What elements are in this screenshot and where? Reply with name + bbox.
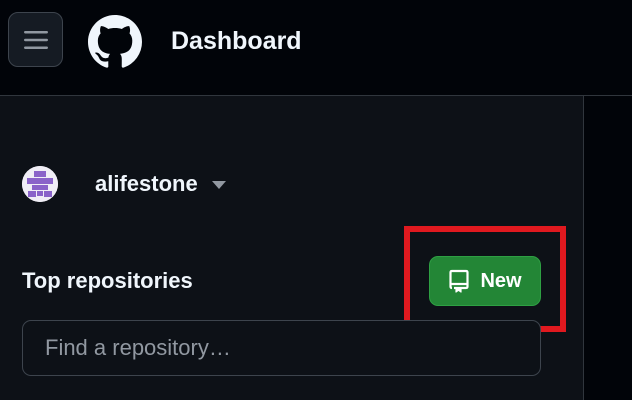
identicon-avatar xyxy=(22,166,58,202)
username-label: alifestone xyxy=(95,171,198,196)
hamburger-menu-icon xyxy=(23,30,48,49)
dashboard-sidebar: alifestone Top repositories New xyxy=(0,96,584,400)
find-repository-input[interactable] xyxy=(22,320,541,376)
dashboard-page: Dashboard alifestone Top repositories Ne… xyxy=(0,0,632,400)
avatar xyxy=(22,166,58,202)
caret-down-icon xyxy=(211,181,226,189)
github-logo-link[interactable] xyxy=(88,15,142,69)
page-title[interactable]: Dashboard xyxy=(171,26,302,56)
annotation-highlight-box xyxy=(404,226,566,332)
context-switcher[interactable]: alifestone xyxy=(22,166,226,202)
hamburger-menu-button[interactable] xyxy=(8,12,63,67)
main-content-area xyxy=(585,96,632,400)
global-header: Dashboard xyxy=(0,0,632,96)
github-octocat-icon xyxy=(88,15,142,68)
top-repositories-heading: Top repositories xyxy=(22,268,193,293)
